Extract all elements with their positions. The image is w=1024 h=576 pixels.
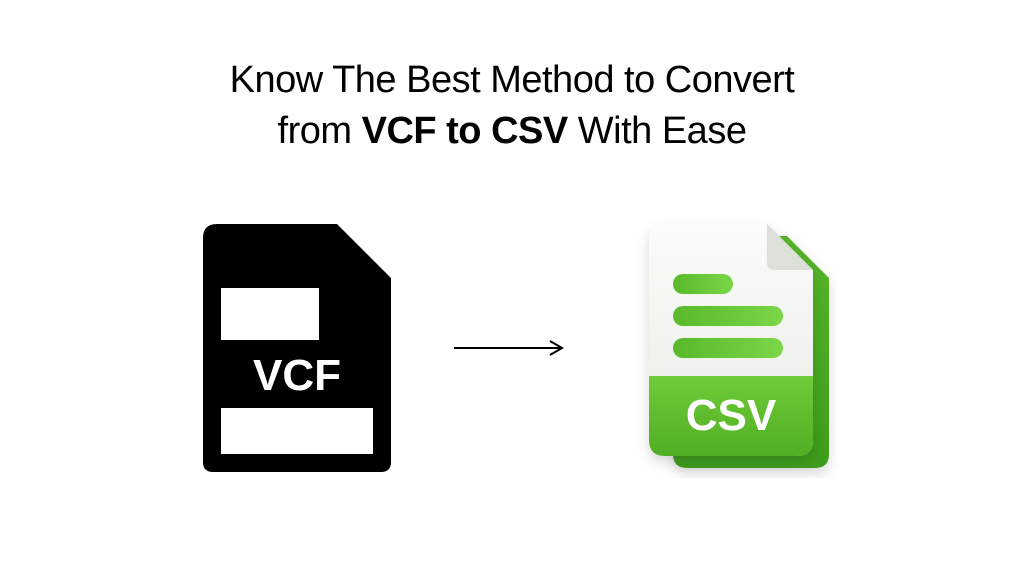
- vcf-file-icon: VCF: [187, 218, 407, 478]
- conversion-diagram: VCF: [187, 218, 837, 478]
- csv-label-text: CSV: [686, 391, 777, 440]
- title-line2-prefix: from: [278, 110, 362, 152]
- title-line2-suffix: With Ease: [568, 110, 747, 152]
- page-title: Know The Best Method to Convert from VCF…: [230, 55, 795, 158]
- title-line1: Know The Best Method to Convert: [230, 59, 795, 101]
- arrow-icon: [452, 338, 572, 358]
- vcf-label-text: VCF: [253, 351, 341, 400]
- title-bold: VCF to CSV: [362, 110, 568, 152]
- csv-file-icon: CSV: [617, 218, 837, 478]
